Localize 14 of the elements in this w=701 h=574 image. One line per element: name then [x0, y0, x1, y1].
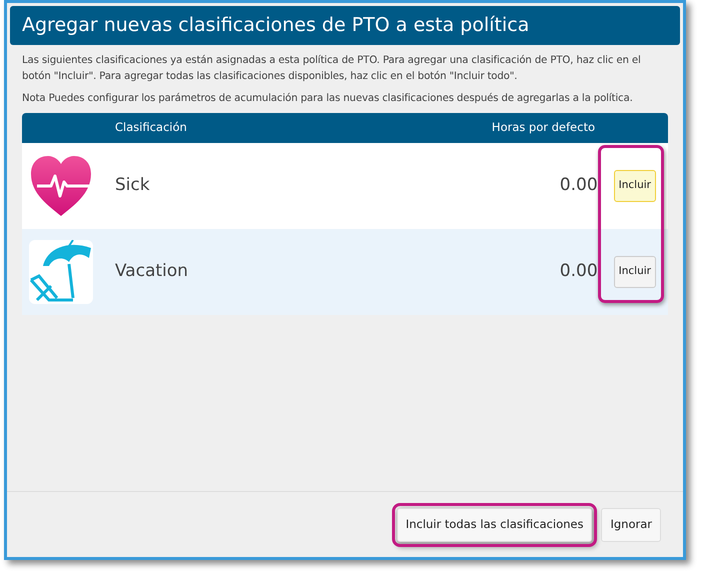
default-hours: 0.00 [558, 260, 598, 284]
include-button[interactable]: Incluir [614, 256, 656, 288]
beach-chair-icon [29, 240, 93, 304]
classification-name: Sick [115, 174, 151, 198]
note-text: Nota Puedes configurar los parámetros de acumulación para las nuevas clasificaciones después de agregarlas a la política. [22, 92, 634, 106]
intro-text: Las siguientes clasificaciones ya están asignadas a esta política de PTO. Para agregar una clasificación de PTO, haz clic en el botón "Incluir". Para agregar todas las clasificaciones disponibles, haz clic en el botón "Incluir todo". [22, 54, 642, 84]
default-hours: 0.00 [558, 174, 598, 198]
column-header: Horas por defecto [492, 119, 595, 136]
heart-pulse-icon [29, 154, 93, 218]
classification-name: Vacation [115, 260, 190, 284]
dialog-title: Agregar nuevas clasificaciones de PTO a esta política [10, 6, 680, 45]
ignore-button[interactable]: Ignorar [601, 508, 661, 542]
column-header: Clasificación [115, 119, 188, 136]
include-button[interactable]: Incluir [614, 170, 656, 202]
